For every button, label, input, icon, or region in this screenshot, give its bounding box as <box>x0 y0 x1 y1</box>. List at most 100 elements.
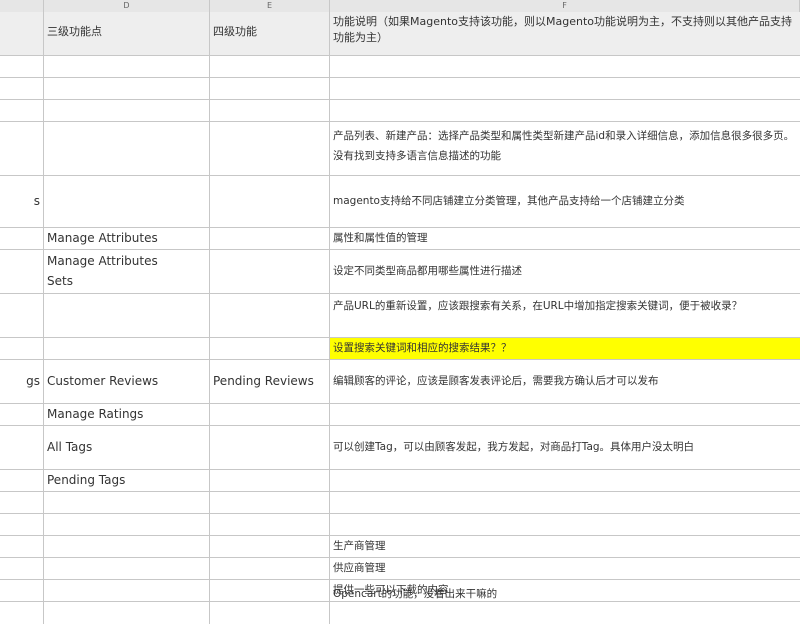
column-header-e[interactable]: E <box>210 0 330 12</box>
cell[interactable] <box>0 580 44 601</box>
spreadsheet[interactable]: D E F 三级功能点 四级功能 功能说明（如果Magento支持该功能，则以M… <box>0 0 800 624</box>
cell[interactable]: All Tags <box>44 426 210 469</box>
cell[interactable] <box>44 78 210 99</box>
table-row: s magento支持给不同店铺建立分类管理，其他产品支持给一个店铺建立分类 <box>0 176 800 228</box>
cell[interactable] <box>44 176 210 227</box>
cell[interactable] <box>44 338 210 359</box>
table-row: 产品URL的重新设置，应该跟搜索有关系，在URL中增加指定搜索关键词，便于被收录… <box>0 294 800 338</box>
cell[interactable] <box>210 404 330 425</box>
table-row: All Tags 可以创建Tag，可以由顾客发起，我方发起，对商品打Tag。具体… <box>0 426 800 470</box>
cell[interactable]: s <box>0 176 44 227</box>
cell[interactable]: gs <box>0 360 44 403</box>
table-row: 产品列表、新建产品：选择产品类型和属性类型新建产品id和录入详细信息，添加信息很… <box>0 122 800 176</box>
cell[interactable]: Manage Ratings <box>44 404 210 425</box>
cell[interactable] <box>0 602 44 624</box>
cell[interactable] <box>0 100 44 121</box>
cell[interactable]: Manage Attributes Sets <box>44 250 210 293</box>
cell[interactable] <box>330 100 800 121</box>
cell[interactable] <box>210 426 330 469</box>
cell[interactable] <box>210 122 330 175</box>
cell[interactable] <box>330 56 800 77</box>
header-cell-level4[interactable]: 四级功能 <box>210 12 330 55</box>
cell[interactable] <box>210 558 330 579</box>
cell[interactable] <box>330 78 800 99</box>
cell[interactable] <box>210 602 330 624</box>
table-row: 供应商管理 <box>0 558 800 580</box>
cell[interactable] <box>210 338 330 359</box>
cell[interactable]: Pending Tags <box>44 470 210 491</box>
table-row: Opencart的功能，没看出来干嘛的 <box>0 588 800 624</box>
cell[interactable] <box>44 536 210 557</box>
cell[interactable] <box>0 78 44 99</box>
highlighted-cell[interactable]: 设置搜索关键词和相应的搜索结果？？ <box>330 338 800 359</box>
cell[interactable] <box>210 56 330 77</box>
cell[interactable] <box>210 228 330 249</box>
cell[interactable]: 属性和属性值的管理 <box>330 228 800 249</box>
table-row: Manage Attributes Sets 设定不同类型商品都用哪些属性进行描… <box>0 250 800 294</box>
cell[interactable] <box>44 514 210 535</box>
header-cell-level3[interactable]: 三级功能点 <box>44 12 210 55</box>
cell[interactable]: 设定不同类型商品都用哪些属性进行描述 <box>330 250 800 293</box>
cell[interactable]: Customer Reviews <box>44 360 210 403</box>
table-row: 生产商管理 <box>0 536 800 558</box>
cell-grid: 三级功能点 四级功能 功能说明（如果Magento支持该功能，则以Magento… <box>0 12 800 624</box>
cell[interactable]: 可以创建Tag，可以由顾客发起，我方发起，对商品打Tag。具体用户没太明白 <box>330 426 800 469</box>
column-header-d[interactable]: D <box>44 0 210 12</box>
cell[interactable] <box>0 426 44 469</box>
cell[interactable]: Opencart的功能，没看出来干嘛的 <box>330 588 800 610</box>
cell[interactable] <box>210 100 330 121</box>
cell[interactable]: 供应商管理 <box>330 558 800 579</box>
cell[interactable] <box>0 338 44 359</box>
cell[interactable] <box>210 580 330 601</box>
cell[interactable] <box>0 250 44 293</box>
column-header[interactable] <box>0 0 44 12</box>
table-row: Manage Attributes 属性和属性值的管理 <box>0 228 800 250</box>
cell[interactable] <box>44 294 210 337</box>
cell[interactable] <box>330 404 800 425</box>
cell[interactable] <box>210 78 330 99</box>
cell[interactable] <box>330 492 800 513</box>
table-row: Manage Ratings <box>0 404 800 426</box>
cell[interactable] <box>44 558 210 579</box>
cell[interactable] <box>0 536 44 557</box>
cell[interactable] <box>0 514 44 535</box>
cell[interactable]: magento支持给不同店铺建立分类管理，其他产品支持给一个店铺建立分类 <box>330 176 800 227</box>
cell[interactable] <box>44 56 210 77</box>
header-cell[interactable] <box>0 12 44 55</box>
cell[interactable] <box>44 492 210 513</box>
cell[interactable]: 生产商管理 <box>330 536 800 557</box>
cell[interactable] <box>0 228 44 249</box>
cell[interactable] <box>210 470 330 491</box>
cell[interactable]: 产品列表、新建产品：选择产品类型和属性类型新建产品id和录入详细信息，添加信息很… <box>330 122 800 175</box>
cell[interactable] <box>210 250 330 293</box>
table-row: 设置搜索关键词和相应的搜索结果？？ <box>0 338 800 360</box>
cell[interactable]: Pending Reviews <box>210 360 330 403</box>
cell[interactable] <box>0 294 44 337</box>
cell[interactable] <box>330 470 800 491</box>
cell[interactable] <box>210 536 330 557</box>
cell[interactable] <box>0 558 44 579</box>
cell[interactable] <box>210 176 330 227</box>
cell[interactable] <box>0 404 44 425</box>
cell[interactable]: Manage Attributes <box>44 228 210 249</box>
cell[interactable] <box>210 514 330 535</box>
table-row <box>0 56 800 78</box>
cell[interactable] <box>210 294 330 337</box>
cell[interactable] <box>0 122 44 175</box>
cell[interactable] <box>210 492 330 513</box>
cell[interactable]: 编辑顾客的评论，应该是顾客发表评论后，需要我方确认后才可以发布 <box>330 360 800 403</box>
table-row <box>0 100 800 122</box>
cell[interactable] <box>44 122 210 175</box>
cell[interactable] <box>0 492 44 513</box>
cell[interactable] <box>44 602 210 624</box>
cell[interactable] <box>44 580 210 601</box>
column-header-f[interactable]: F <box>330 0 800 12</box>
cell[interactable]: 产品URL的重新设置，应该跟搜索有关系，在URL中增加指定搜索关键词，便于被收录… <box>330 294 800 337</box>
header-cell-description[interactable]: 功能说明（如果Magento支持该功能，则以Magento功能说明为主，不支持则… <box>330 12 800 55</box>
cell[interactable] <box>0 470 44 491</box>
cell[interactable] <box>330 514 800 535</box>
cell[interactable] <box>44 100 210 121</box>
table-row <box>0 492 800 514</box>
table-row: gs Customer Reviews Pending Reviews 编辑顾客… <box>0 360 800 404</box>
cell[interactable] <box>0 56 44 77</box>
